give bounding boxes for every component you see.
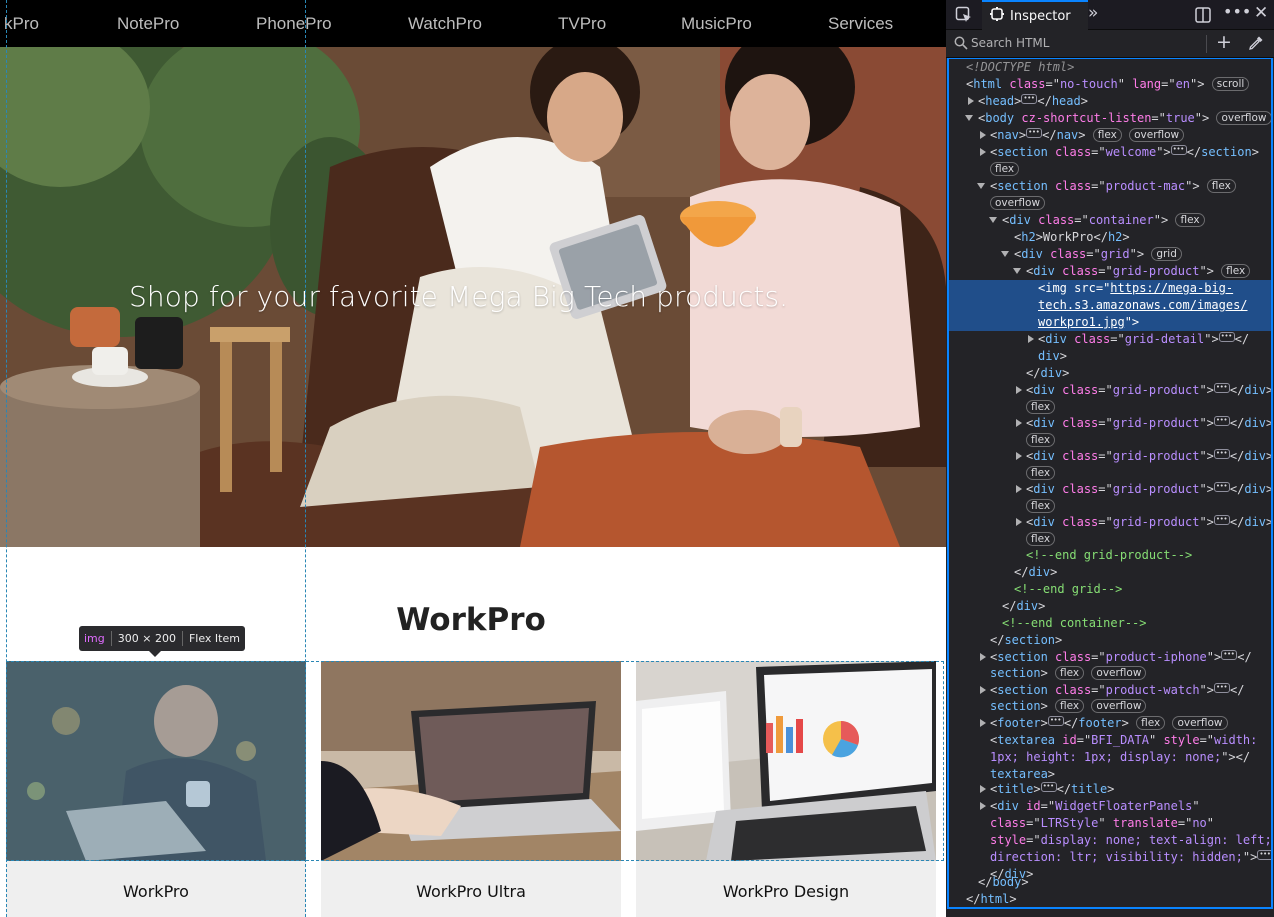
markup-node[interactable]: <div id="WidgetFloaterPanels" [980,798,1271,815]
product-image[interactable] [6,661,306,861]
markup-comment[interactable]: <!--end grid-product--> [1026,547,1271,564]
markup-node[interactable]: <head></head> [968,90,1271,110]
dock-icon[interactable] [1194,6,1212,27]
close-icon[interactable]: ✕ [1254,3,1268,23]
product-mac-section: WorkPro WorkPro WorkPro Ultra WorkPro De… [0,547,946,917]
markup-node[interactable]: <html class="no-touch" lang="en"> scroll [966,76,1271,93]
markup-node[interactable]: <div class="grid-detail"></ [1028,328,1271,348]
markup-node[interactable]: direction: ltr; visibility: hidden;"> [990,846,1271,866]
search-icon [954,36,968,53]
markup-node[interactable]: section> flex overflow [990,698,1271,715]
markup-badge-row: overflow [990,195,1271,212]
markup-node[interactable]: </div> [1014,564,1271,581]
markup-node[interactable]: <section class="product-mac"> flex [977,178,1271,195]
devtools-panel: Inspector » ••• ✕ Search HTML + <!DOCTYP… [946,0,1274,917]
markup-node[interactable]: <textarea id="BFI_DATA" style="width: [990,732,1271,749]
grid-product[interactable]: WorkPro [6,661,306,917]
top-navigation: kPro NotePro PhonePro WatchPro TVPro Mus… [0,0,946,47]
nav-link-musicpro[interactable]: MusicPro [681,14,752,34]
inspector-icon [990,7,1004,25]
grid-detail: WorkPro Ultra [321,861,621,917]
markup-node[interactable]: </html> [966,891,1271,907]
flex-guide [6,860,944,861]
markup-node[interactable]: <div class="grid-product"> flex [1013,263,1271,280]
markup-node[interactable]: <h2>WorkPro</h2> [1014,229,1271,246]
tab-inspector-label: Inspector [1010,8,1071,24]
flex-guide [6,0,7,917]
markup-node[interactable]: <section class="product-iphone"></ [980,646,1271,666]
welcome-hero: Shop for your favorite Mega Big Tech pro… [0,47,946,547]
product-name[interactable]: WorkPro [6,882,306,901]
markup-node[interactable]: <div class="grid-product"></div> [1016,511,1271,531]
search-input[interactable]: Search HTML [971,36,1049,50]
pick-element-icon[interactable] [955,6,973,27]
markup-node[interactable]: class="LTRStyle" translate="no" [990,815,1271,832]
markup-node[interactable]: <div class="grid"> grid [1001,246,1271,263]
markup-node[interactable]: <div class="container"> flex [989,212,1271,229]
markup-node[interactable]: <section class="product-watch"></ [980,679,1271,699]
tooltip-size: 300 × 200 [117,632,176,645]
node-info-tooltip: img 300 × 200 Flex Item [79,626,245,657]
product-name[interactable]: WorkPro Ultra [321,882,621,901]
tooltip-kind: Flex Item [188,632,240,645]
product-image[interactable] [636,661,936,861]
grid-product[interactable]: WorkPro Design [636,661,936,917]
markup-node[interactable]: <div class="grid-product"></div> [1016,478,1271,498]
tab-inspector[interactable]: Inspector [982,0,1088,30]
flex-guide [943,661,944,861]
markup-node[interactable]: <div class="grid-product"></div> [1016,412,1271,432]
markup-badge-row: flex [1026,498,1271,515]
markup-node[interactable]: section> flex overflow [990,665,1271,682]
markup-badge-row: flex [1026,531,1271,548]
devtools-toolbar: Inspector » ••• ✕ [946,0,1274,30]
grid-detail: WorkPro [6,861,306,917]
grid-product[interactable]: WorkPro Ultra [321,661,621,917]
nav-link-workpro[interactable]: kPro [4,14,39,34]
selection-highlight [6,661,306,861]
markup-node[interactable]: div> [1038,348,1271,365]
markup-node-selected[interactable]: <img src="https://mega-big- [949,280,1271,297]
nav-link-services[interactable]: Services [828,14,893,34]
markup-badge-row: flex [990,161,1271,178]
options-menu-icon[interactable]: ••• [1223,2,1251,21]
markup-comment[interactable]: <!--end grid--> [1014,581,1271,598]
search-html-bar[interactable]: Search HTML + [946,30,1274,58]
grid-detail: WorkPro Design [636,861,936,917]
markup-comment[interactable]: <!--end container--> [1002,615,1271,632]
markup-node[interactable]: </div> [1026,365,1271,382]
nav-link-notepro[interactable]: NotePro [117,14,179,34]
flex-guide [6,661,944,662]
markup-node[interactable]: </body> [978,874,1271,891]
product-name[interactable]: WorkPro Design [636,882,936,901]
page-viewport: kPro NotePro PhonePro WatchPro TVPro Mus… [0,0,946,917]
nav-link-tvpro[interactable]: TVPro [558,14,606,34]
more-tabs-icon[interactable]: » [1088,3,1098,23]
markup-node[interactable]: style="display: none; text-align: left; [990,832,1271,849]
product-image[interactable] [321,661,621,861]
markup-node[interactable]: <footer></footer> flex overflow [980,712,1271,732]
nav-link-watchpro[interactable]: WatchPro [408,14,482,34]
markup-node[interactable]: <section class="welcome"></section> [980,141,1271,161]
markup-badge-row: flex [1026,432,1271,449]
add-node-icon[interactable]: + [1216,31,1232,53]
markup-node[interactable]: <!DOCTYPE html> [966,59,1271,76]
tooltip-tag: img [84,632,105,645]
markup-node[interactable]: </div> [1002,598,1271,615]
hero-heading: Shop for your favorite Mega Big Tech pro… [129,280,789,313]
markup-node[interactable]: <title></title> [980,778,1271,798]
markup-badge-row: flex [1026,465,1271,482]
flex-guide [305,0,306,917]
markup-node[interactable]: <body cz-shortcut-listen="true"> overflo… [965,110,1271,127]
markup-badge-row: flex [1026,399,1271,416]
nav-link-phonepro[interactable]: PhonePro [256,14,332,34]
markup-node[interactable]: <div class="grid-product"></div> [1016,379,1271,399]
markup-view: <!DOCTYPE html> <html class="no-touch" l… [947,58,1273,909]
markup-node[interactable]: <nav></nav> flex overflow [980,124,1271,144]
markup-node-selected[interactable]: tech.s3.amazonaws.com/images/ [949,297,1271,314]
eyedropper-icon[interactable] [1248,35,1264,54]
markup-node[interactable]: 1px; height: 1px; display: none;"></ [990,749,1271,766]
markup-node[interactable]: <div class="grid-product"></div> [1016,445,1271,465]
